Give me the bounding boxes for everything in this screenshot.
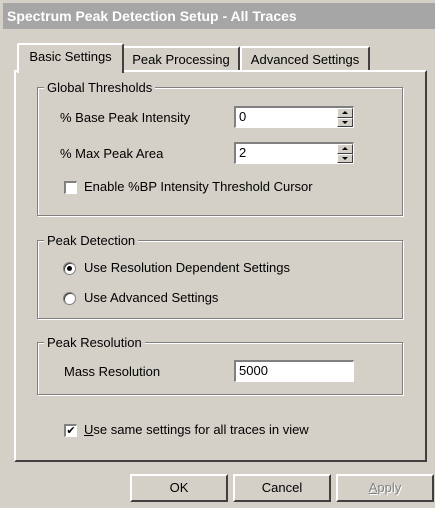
spin-up-icon[interactable] [337, 144, 353, 154]
spinner-value: 2 [239, 145, 247, 160]
spinner-value: 0 [239, 109, 247, 124]
max-peak-area-label: % Max Peak Area [60, 146, 164, 161]
spin-down-icon[interactable] [337, 153, 353, 163]
group-title: Peak Detection [44, 233, 139, 248]
base-peak-intensity-spinner[interactable]: 0 [234, 106, 354, 128]
base-peak-intensity-label: % Base Peak Intensity [60, 110, 191, 125]
input-value: 5000 [239, 363, 268, 378]
resolution-dependent-radio[interactable] [63, 262, 76, 275]
spinner-buttons [337, 144, 353, 163]
tab-label: Peak Processing [132, 52, 230, 67]
check-mark-icon: ✔ [66, 425, 76, 437]
tab-label: Advanced Settings [250, 52, 360, 67]
group-title: Global Thresholds [44, 80, 156, 95]
resolution-dependent-label[interactable]: Use Resolution Dependent Settings [84, 260, 290, 275]
spin-down-icon[interactable] [337, 117, 353, 127]
bp-threshold-cursor-label[interactable]: Enable %BP Intensity Threshold Cursor [84, 179, 313, 194]
same-settings-label[interactable]: Use same settings for all traces in view [84, 422, 309, 437]
active-tab-joint [19, 70, 122, 73]
window-title: Spectrum Peak Detection Setup - All Trac… [7, 8, 297, 24]
bp-threshold-cursor-checkbox[interactable] [64, 181, 77, 194]
advanced-settings-radio[interactable] [63, 292, 76, 305]
button-label: Cancel [261, 480, 303, 495]
tab-basic-settings[interactable]: Basic Settings [17, 43, 124, 73]
tab-advanced-settings[interactable]: Advanced Settings [240, 46, 370, 72]
tab-peak-processing[interactable]: Peak Processing [122, 46, 240, 72]
group-title: Peak Resolution [44, 335, 145, 350]
peak-detection-group: Peak Detection [37, 233, 403, 319]
max-peak-area-spinner[interactable]: 2 [234, 142, 354, 164]
title-bar: Spectrum Peak Detection Setup - All Trac… [3, 3, 435, 29]
mass-resolution-label: Mass Resolution [64, 364, 161, 379]
mass-resolution-input[interactable]: 5000 [234, 360, 354, 382]
button-label: OK [169, 480, 189, 495]
dialog-window: Spectrum Peak Detection Setup - All Trac… [0, 0, 435, 508]
same-settings-checkbox[interactable]: ✔ [64, 424, 77, 437]
button-label: pply [377, 480, 402, 495]
advanced-settings-label[interactable]: Use Advanced Settings [84, 290, 218, 305]
label-text: se same settings for all traces in view [93, 422, 309, 437]
spin-up-icon[interactable] [337, 108, 353, 118]
spinner-buttons [337, 108, 353, 127]
tab-label: Basic Settings [29, 49, 112, 64]
mnemonic-letter: U [84, 422, 94, 437]
ok-button[interactable]: OK [130, 474, 228, 502]
apply-button[interactable]: Apply [336, 474, 434, 502]
cancel-button[interactable]: Cancel [233, 474, 331, 502]
